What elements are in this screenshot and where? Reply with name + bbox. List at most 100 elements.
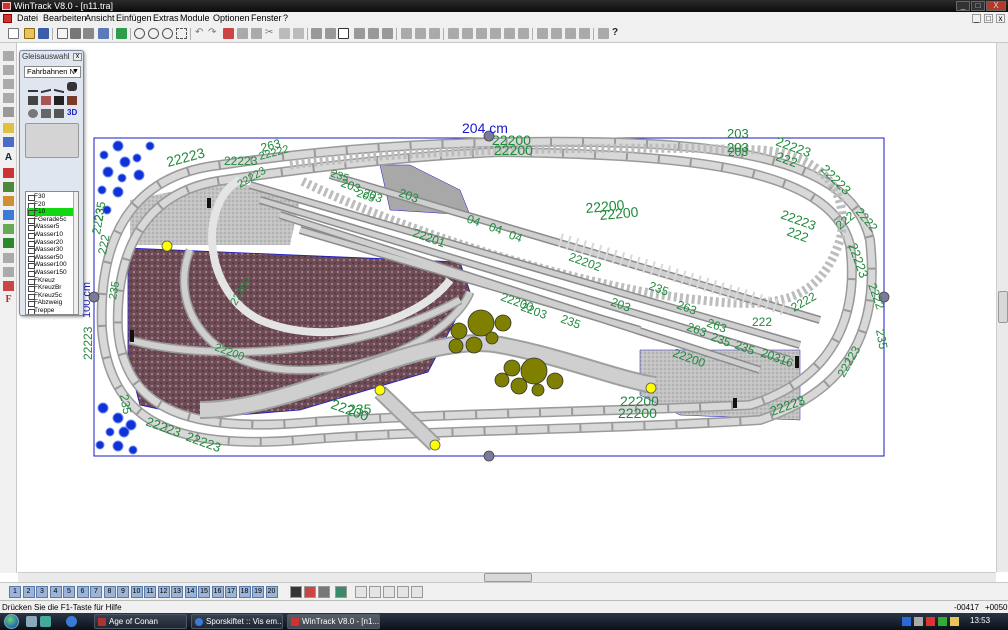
menu-einfuegen[interactable]: Einfügen <box>116 13 152 23</box>
page-tool-8-icon[interactable] <box>397 586 409 598</box>
menu-fenster[interactable]: Fenster <box>251 13 282 23</box>
page-tab[interactable]: 5 <box>63 586 75 598</box>
menu-optionen[interactable]: Optionen <box>213 13 250 23</box>
open-folder-icon[interactable] <box>24 28 35 39</box>
curve-road-icon[interactable] <box>41 81 51 94</box>
tool-j-icon[interactable] <box>537 28 548 39</box>
page-tab[interactable]: 10 <box>130 586 143 598</box>
left-tool-12-icon[interactable] <box>3 224 14 234</box>
left-tool-9-icon[interactable] <box>3 182 14 192</box>
delete-icon[interactable] <box>223 28 234 39</box>
taskbar-item-age-of-conan[interactable]: Age of Conan <box>94 614 187 629</box>
track-system-select[interactable]: Fahrbahnen N ▼ <box>24 66 81 78</box>
zoom-window-icon[interactable] <box>162 28 173 39</box>
left-tool-14-icon[interactable] <box>3 253 14 263</box>
page-tab[interactable]: 2 <box>22 586 35 598</box>
page-tab[interactable]: 15 <box>198 586 210 598</box>
left-tool-16-icon[interactable] <box>3 281 14 291</box>
straight-road-icon[interactable] <box>28 83 38 92</box>
help-pointer-icon[interactable]: ? <box>612 28 623 39</box>
vehicle-icon[interactable] <box>67 82 77 91</box>
network-icon[interactable] <box>902 617 911 626</box>
tool-n-icon[interactable] <box>598 28 609 39</box>
bridge-icon[interactable] <box>54 109 64 118</box>
horizontal-scroll-thumb[interactable] <box>484 573 532 582</box>
new-file-icon[interactable] <box>8 28 19 39</box>
page-tab[interactable]: 17 <box>225 586 237 598</box>
volume-icon[interactable] <box>914 617 923 626</box>
left-tool-1-icon[interactable] <box>3 51 14 61</box>
lamp-icon[interactable] <box>41 109 51 118</box>
tool-b-icon[interactable] <box>415 28 426 39</box>
print-icon[interactable] <box>70 28 81 39</box>
page-tool-9-icon[interactable] <box>411 586 423 598</box>
page-tab[interactable]: 20 <box>265 586 278 598</box>
page-tab[interactable]: 13 <box>171 586 183 598</box>
redo-icon[interactable]: ↷ <box>208 28 219 39</box>
tool-m-icon[interactable] <box>579 28 590 39</box>
page-tab[interactable]: 6 <box>76 586 89 598</box>
tray-app-icon[interactable] <box>938 617 947 626</box>
page-tool-6-icon[interactable] <box>369 586 381 598</box>
vertical-scroll-thumb[interactable] <box>998 291 1008 323</box>
show-desktop-icon[interactable] <box>26 616 37 627</box>
tree-icon[interactable] <box>28 109 38 118</box>
text-tool-icon[interactable]: A <box>3 153 14 163</box>
left-tool-8-icon[interactable] <box>3 168 14 178</box>
switch-icon[interactable] <box>311 28 322 39</box>
mdi-minimize-button[interactable]: _ <box>972 14 981 23</box>
drawing-canvas[interactable]: 204 cm 100 cm 22223 22200 22200 203 203 22223… <box>18 43 996 572</box>
document-icon[interactable] <box>3 14 12 23</box>
taskbar-item-browser[interactable]: Sporskiftet :: Vis em... <box>191 614 283 629</box>
taskbar-item-wintrack[interactable]: WinTrack V8.0 - [n1... <box>287 614 380 629</box>
layers-icon[interactable] <box>98 28 109 39</box>
page-tool-2-icon[interactable] <box>304 586 316 598</box>
page-tab[interactable]: 4 <box>49 586 62 598</box>
save-icon[interactable] <box>38 28 49 39</box>
page-tool-1-icon[interactable] <box>290 586 302 598</box>
vertical-scrollbar[interactable] <box>996 43 1008 572</box>
mdi-restore-button[interactable]: □ <box>984 14 993 23</box>
left-tool-7-icon[interactable] <box>3 137 14 147</box>
ungroup-icon[interactable] <box>368 28 379 39</box>
tool-d-icon[interactable] <box>448 28 459 39</box>
page-tab[interactable]: 9 <box>117 586 129 598</box>
align-icon[interactable] <box>382 28 393 39</box>
left-tool-4-icon[interactable] <box>3 93 14 103</box>
page-tool-7-icon[interactable] <box>383 586 395 598</box>
close-button[interactable]: X <box>986 1 1006 11</box>
left-tool-6-icon[interactable] <box>3 123 14 133</box>
security-icon[interactable] <box>926 617 935 626</box>
list-scrollbar[interactable] <box>73 192 78 314</box>
left-tool-15-icon[interactable] <box>3 267 14 277</box>
track-selection-palette[interactable]: Gleisauswahl x Fahrbahnen N ▼ 3D F30 F20 F… <box>19 50 84 316</box>
tool-l-icon[interactable] <box>565 28 576 39</box>
minimize-button[interactable]: _ <box>956 1 970 11</box>
menu-datei[interactable]: Datei <box>17 13 38 23</box>
house-icon[interactable] <box>41 96 51 105</box>
maximize-button[interactable]: □ <box>971 1 985 11</box>
print-preview-icon[interactable] <box>57 28 68 39</box>
tool-k-icon[interactable] <box>551 28 562 39</box>
page-tab[interactable]: 7 <box>90 586 102 598</box>
palette-close-button[interactable]: x <box>73 53 82 61</box>
internet-explorer-icon[interactable] <box>66 616 77 627</box>
tool-h-icon[interactable] <box>504 28 515 39</box>
tool-f-icon[interactable] <box>476 28 487 39</box>
page-tab[interactable]: 18 <box>238 586 251 598</box>
menu-help[interactable]: ? <box>283 13 288 23</box>
page-tab[interactable]: 12 <box>157 586 170 598</box>
menu-bearbeiten[interactable]: Bearbeiten <box>43 13 87 23</box>
tray-app-2-icon[interactable] <box>950 617 959 626</box>
start-button[interactable] <box>4 614 19 629</box>
left-tool-13-icon[interactable] <box>3 238 14 248</box>
tool-i-icon[interactable] <box>518 28 529 39</box>
draw-line-icon[interactable] <box>338 28 349 39</box>
tool-c-icon[interactable] <box>429 28 440 39</box>
switch-windows-icon[interactable] <box>40 616 51 627</box>
zoom-in-icon[interactable] <box>148 28 159 39</box>
zoom-all-icon[interactable] <box>176 28 187 39</box>
left-tool-10-icon[interactable] <box>3 196 14 206</box>
3d-view-button[interactable]: 3D <box>67 108 77 117</box>
undo-icon[interactable]: ↶ <box>195 28 206 39</box>
